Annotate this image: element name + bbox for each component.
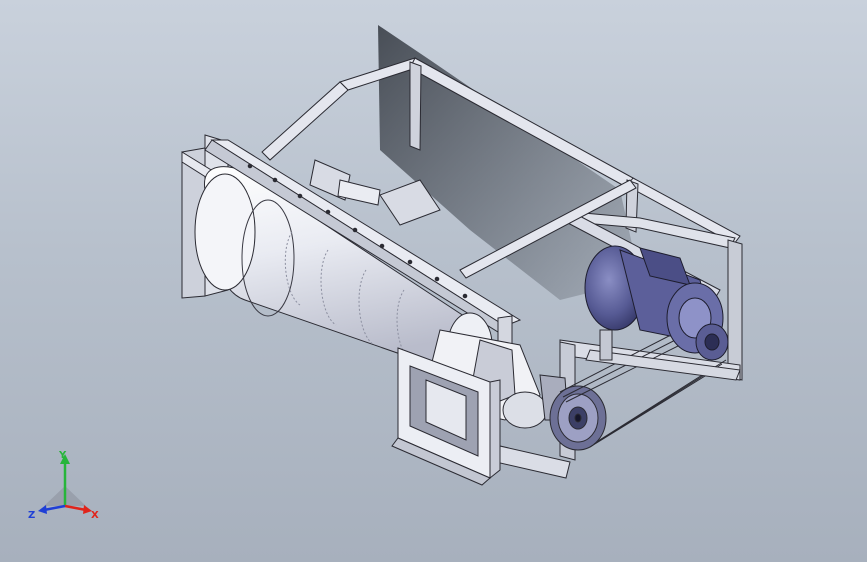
z-axis-label: Z <box>28 510 35 521</box>
y-axis-label: Y <box>58 450 67 461</box>
z-axis-arrow <box>38 505 47 514</box>
x-axis-label: X <box>91 510 99 521</box>
coordinate-triad-icon: X Y Z <box>28 450 99 521</box>
cad-viewport[interactable]: X Y Z <box>0 0 867 562</box>
x-axis-line <box>64 504 87 512</box>
cad-model-view[interactable] <box>0 0 867 562</box>
z-axis-line <box>43 504 66 512</box>
